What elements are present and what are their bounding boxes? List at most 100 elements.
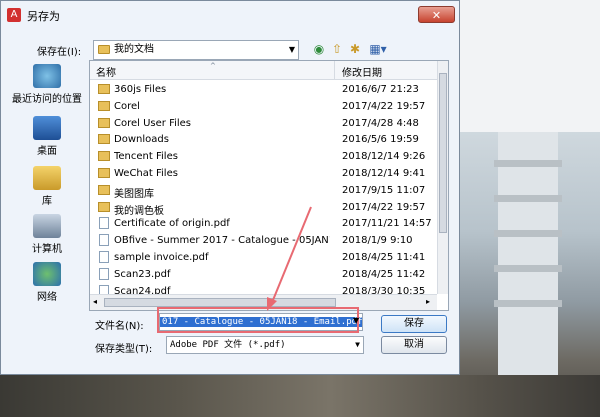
folder-icon (98, 134, 110, 145)
place-label: 库 (42, 196, 52, 207)
vertical-scrollbar[interactable] (437, 61, 448, 294)
background-top (460, 0, 600, 140)
computer-icon (33, 214, 61, 238)
file-name: 我的调色板 (114, 205, 164, 217)
file-modified-date: 2018/12/14 9:41 (342, 168, 426, 179)
list-item[interactable]: Certificate of origin.pdf 2017/11/21 14:5… (90, 215, 437, 232)
view-menu-icon[interactable]: ▦▾ (367, 41, 389, 57)
back-icon[interactable]: ◉ (311, 41, 327, 57)
scroll-thumb[interactable] (104, 298, 336, 307)
folder-icon (98, 168, 110, 178)
pdf-file-icon (99, 251, 109, 263)
place-libraries[interactable]: 库 (11, 166, 83, 207)
pdf-file-icon (99, 234, 109, 247)
column-divider[interactable] (334, 61, 335, 79)
places-bar: 最近访问的位置 桌面 库 计算机 网络 (11, 60, 83, 312)
save-as-dialog: A 另存为 ✕ 保存在(I): 我的文档 ▼ ◉ ⇧ ✱ ▦▾ 最近访问的位置 … (0, 0, 460, 375)
place-network[interactable]: 网络 (11, 262, 83, 303)
sort-up-icon: ^ (210, 62, 216, 70)
desktop-icon (33, 116, 61, 140)
scroll-right-icon[interactable]: ▸ (426, 297, 430, 306)
folder-icon (98, 100, 110, 111)
list-item[interactable]: Downloads 2016/5/6 19:59 (90, 131, 437, 148)
place-label: 桌面 (37, 146, 57, 157)
folder-icon (98, 201, 110, 212)
filetype-value: Adobe PDF 文件 (*.pdf) (170, 340, 286, 350)
close-button[interactable]: ✕ (418, 6, 455, 23)
file-modified-date: 2017/11/21 14:57 (342, 218, 432, 230)
list-item[interactable]: 我的调色板 2017/4/22 19:57 (90, 199, 437, 217)
list-item[interactable]: Corel User Files 2017/4/28 4:48 (90, 115, 437, 132)
up-folder-icon[interactable]: ⇧ (329, 41, 345, 57)
file-modified-date: 2017/4/28 4:48 (342, 117, 419, 129)
file-modified-date: 2016/5/6 19:59 (342, 134, 419, 146)
chevron-down-icon: ▼ (355, 340, 360, 349)
scroll-thumb[interactable] (439, 73, 447, 233)
pdf-file-icon (99, 217, 109, 230)
save-in-value: 我的文档 (114, 44, 154, 55)
title-bar[interactable]: A 另存为 ✕ (1, 1, 459, 29)
filename-dropdown-icon[interactable]: ▼ (353, 316, 359, 325)
file-name: 360js Files (114, 84, 167, 95)
building-balcony (494, 300, 562, 307)
folder-icon (98, 151, 110, 162)
filetype-label: 保存类型(T): (95, 344, 153, 355)
file-name: Corel User Files (114, 117, 192, 129)
list-item[interactable]: sample invoice.pdf 2018/4/25 11:41 (90, 249, 437, 266)
list-item[interactable]: 360js Files 2016/6/7 21:23 (90, 81, 437, 98)
pdf-file-icon (99, 267, 109, 280)
file-list[interactable]: 名称 ^ 修改日期 360js Files 2016/6/7 21:23 Corel… (89, 60, 449, 311)
file-name: Scan23.pdf (114, 268, 171, 280)
list-item[interactable]: 美图图库 2017/9/15 11:07 (90, 182, 437, 200)
file-name: WeChat Files (114, 168, 178, 179)
save-in-dropdown[interactable]: 我的文档 ▼ (93, 40, 299, 60)
chevron-down-icon: ▼ (288, 45, 295, 54)
background-street (0, 375, 600, 417)
folder-icon (98, 117, 110, 128)
annotation-highlight (157, 307, 359, 333)
list-item[interactable]: WeChat Files 2018/12/14 9:41 (90, 165, 437, 182)
building-balcony (494, 265, 562, 272)
file-name: Corel (114, 100, 140, 112)
list-item[interactable]: OBfive - Summer 2017 - Catalogue - 05JAN… (90, 232, 437, 249)
file-modified-date: 2016/6/7 21:23 (342, 84, 419, 95)
libraries-icon (33, 166, 61, 190)
file-modified-date: 2018/4/25 11:42 (342, 268, 426, 280)
filename-label: 文件名(N): (95, 321, 144, 332)
file-name: 美图图库 (114, 188, 154, 200)
save-in-label: 保存在(I): (37, 47, 82, 58)
file-name: Tencent Files (114, 151, 178, 163)
column-name[interactable]: 名称 (96, 64, 116, 79)
file-modified-date: 2017/9/15 11:07 (342, 184, 426, 196)
recent-places-icon (33, 64, 61, 88)
file-name: Certificate of origin.pdf (114, 218, 230, 230)
filetype-dropdown[interactable]: Adobe PDF 文件 (*.pdf) ▼ (166, 336, 364, 354)
place-label: 最近访问的位置 (12, 94, 82, 105)
file-modified-date: 2018/4/25 11:41 (342, 252, 426, 263)
place-computer[interactable]: 计算机 (11, 214, 83, 255)
file-modified-date: 2018/1/9 9:10 (342, 235, 413, 247)
building-balcony (494, 230, 562, 237)
file-name: OBfive - Summer 2017 - Catalogue - 05JAN… (114, 235, 330, 247)
folder-icon (98, 84, 110, 94)
network-icon (33, 262, 61, 286)
column-modified[interactable]: 修改日期 (342, 64, 382, 79)
file-name: Downloads (114, 134, 169, 146)
list-item[interactable]: Tencent Files 2018/12/14 9:26 (90, 148, 437, 165)
building-balcony (494, 160, 562, 167)
file-modified-date: 2017/4/22 19:57 (342, 100, 426, 112)
place-recent[interactable]: 最近访问的位置 (11, 64, 83, 105)
list-item[interactable]: Scan23.pdf 2018/4/25 11:42 (90, 266, 437, 283)
save-button[interactable]: 保存 (381, 315, 447, 333)
scroll-left-icon[interactable]: ◂ (93, 297, 97, 306)
file-modified-date: 2018/12/14 9:26 (342, 151, 426, 163)
folder-icon (98, 44, 110, 54)
pdf-app-icon: A (7, 8, 21, 22)
column-header: 名称 ^ 修改日期 (90, 61, 437, 80)
dialog-title: 另存为 (27, 10, 60, 23)
list-item[interactable]: Corel 2017/4/22 19:57 (90, 98, 437, 115)
place-desktop[interactable]: 桌面 (11, 116, 83, 157)
place-label: 计算机 (32, 244, 62, 255)
new-folder-icon[interactable]: ✱ (347, 41, 363, 57)
cancel-button[interactable]: 取消 (381, 336, 447, 354)
